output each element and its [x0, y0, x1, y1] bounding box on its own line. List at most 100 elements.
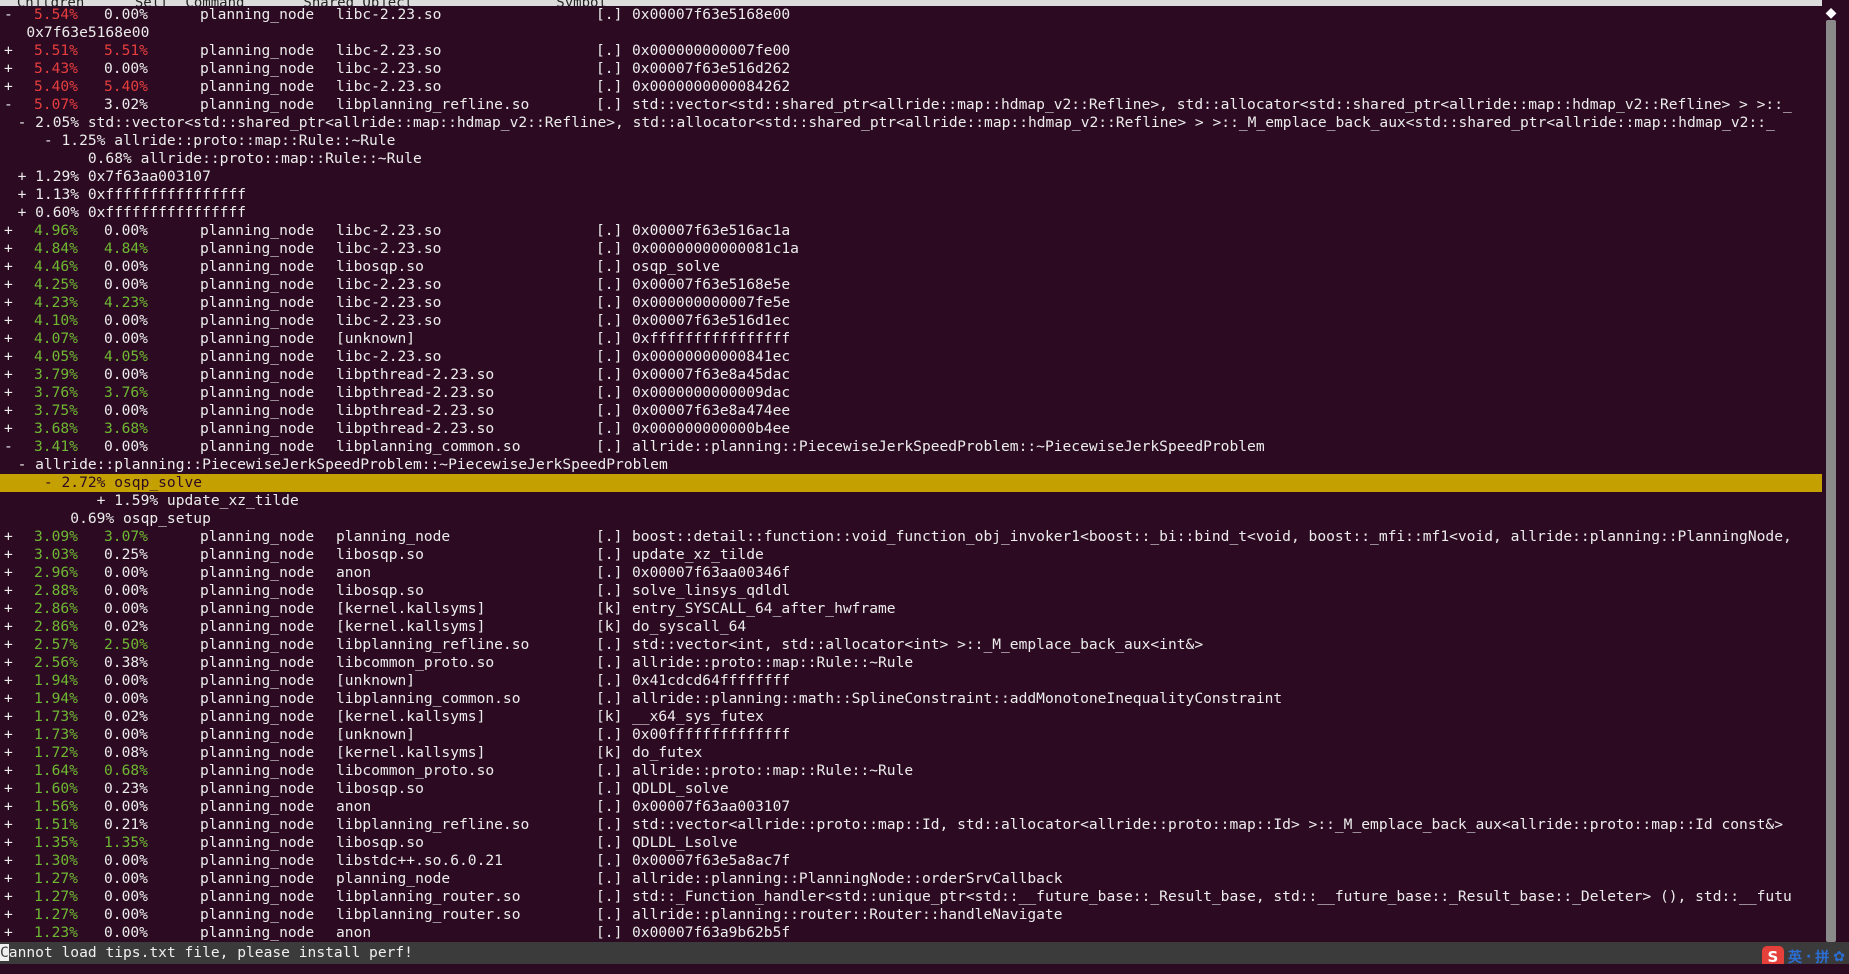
- report-row[interactable]: +1.27% 0.00% planning_node libplanning_rout…: [0, 906, 1822, 924]
- symbol-type-cell: [.]: [596, 852, 623, 869]
- report-row[interactable]: +2.88% 0.00% planning_node libosqp.so [.] sol…: [0, 582, 1822, 600]
- report-row[interactable]: +3.03% 0.25% planning_node libosqp.so [.] upd…: [0, 546, 1822, 564]
- self-percent: 0.23%: [104, 780, 148, 797]
- expand-toggle[interactable]: +: [4, 402, 13, 420]
- report-row[interactable]: +5.43% 0.00% planning_node libc-2.23.so [.] 0…: [0, 60, 1822, 78]
- expand-toggle[interactable]: +: [4, 924, 13, 942]
- report-row[interactable]: - 5.07% 3.02% planning_node libplanning_refl…: [0, 96, 1822, 114]
- report-row[interactable]: - 3.41% 0.00% planning_node libplanning_comm…: [0, 438, 1822, 456]
- expand-toggle[interactable]: +: [4, 258, 13, 276]
- report-row[interactable]: +1.64% 0.68% planning_node libcommon_proto.…: [0, 762, 1822, 780]
- report-row[interactable]: +5.51% 5.51% planning_node libc-2.23.so [.] 0…: [0, 42, 1822, 60]
- expand-toggle[interactable]: +: [4, 852, 13, 870]
- report-row[interactable]: +1.30% 0.00% planning_node libstdc++.so.6.0…: [0, 852, 1822, 870]
- expand-toggle[interactable]: +: [4, 798, 13, 816]
- ime-punct[interactable]: ·: [1806, 949, 1811, 965]
- report-row[interactable]: +1.60% 0.23% planning_node libosqp.so [.] QDL…: [0, 780, 1822, 798]
- report-row[interactable]: +1.94% 0.00% planning_node libplanning_comm…: [0, 690, 1822, 708]
- expand-toggle[interactable]: +: [4, 276, 13, 294]
- expand-toggle[interactable]: +: [4, 762, 13, 780]
- expand-toggle[interactable]: +: [4, 348, 13, 366]
- expand-toggle[interactable]: +: [4, 312, 13, 330]
- expand-toggle[interactable]: +: [4, 384, 13, 402]
- report-row[interactable]: +4.05% 4.05% planning_node libc-2.23.so [.] 0…: [0, 348, 1822, 366]
- report-row[interactable]: +1.73% 0.00% planning_node [unknown] [.] 0x00…: [0, 726, 1822, 744]
- expand-toggle[interactable]: +: [4, 222, 13, 240]
- expand-toggle[interactable]: -: [4, 438, 13, 456]
- expand-toggle[interactable]: +: [4, 636, 13, 654]
- report-row[interactable]: + 1.29% 0x7f63aa003107: [0, 168, 1822, 186]
- report-row[interactable]: +4.46% 0.00% planning_node libosqp.so [.] osq…: [0, 258, 1822, 276]
- report-row[interactable]: - 1.25% allride::proto::map::Rule::~Rule: [0, 132, 1822, 150]
- expand-toggle[interactable]: +: [4, 366, 13, 384]
- report-row[interactable]: 0.68% allride::proto::map::Rule::~Rule: [0, 150, 1822, 168]
- expand-toggle[interactable]: +: [4, 240, 13, 258]
- report-row[interactable]: +3.09% 3.07% planning_node planning_node [.]…: [0, 528, 1822, 546]
- expand-toggle[interactable]: +: [4, 330, 13, 348]
- report-row[interactable]: +2.57% 2.50% planning_node libplanning_refl…: [0, 636, 1822, 654]
- expand-toggle[interactable]: +: [4, 546, 13, 564]
- perf-report-terminal[interactable]: Children Self Command Shared Object Symb…: [0, 0, 1822, 942]
- report-row[interactable]: - 2.72% osqp_solve: [0, 474, 1822, 492]
- report-row[interactable]: +3.79% 0.00% planning_node libpthread-2.23.…: [0, 366, 1822, 384]
- expand-toggle[interactable]: +: [4, 600, 13, 618]
- expand-toggle[interactable]: +: [4, 42, 13, 60]
- expand-toggle[interactable]: +: [4, 420, 13, 438]
- report-row[interactable]: +3.68% 3.68% planning_node libpthread-2.23.…: [0, 420, 1822, 438]
- report-row[interactable]: - allride::planning::PiecewiseJerkSpeedP…: [0, 456, 1822, 474]
- report-row[interactable]: +4.23% 4.23% planning_node libc-2.23.so [.] 0…: [0, 294, 1822, 312]
- report-row[interactable]: - 2.05% std::vector<std::shared_ptr<allr…: [0, 114, 1822, 132]
- report-row[interactable]: +4.84% 4.84% planning_node libc-2.23.so [.] 0…: [0, 240, 1822, 258]
- expand-toggle[interactable]: +: [4, 780, 13, 798]
- report-row[interactable]: +1.73% 0.02% planning_node [kernel.kallsyms…: [0, 708, 1822, 726]
- expand-toggle[interactable]: +: [4, 906, 13, 924]
- report-row[interactable]: +4.07% 0.00% planning_node [unknown] [.] 0xff…: [0, 330, 1822, 348]
- expand-toggle[interactable]: +: [4, 888, 13, 906]
- expand-toggle[interactable]: +: [4, 726, 13, 744]
- report-row[interactable]: +1.72% 0.08% planning_node [kernel.kallsyms…: [0, 744, 1822, 762]
- report-row[interactable]: 0.69% osqp_setup: [0, 510, 1822, 528]
- report-row[interactable]: +1.51% 0.21% planning_node libplanning_refl…: [0, 816, 1822, 834]
- report-row[interactable]: +3.75% 0.00% planning_node libpthread-2.23.…: [0, 402, 1822, 420]
- report-row[interactable]: +4.10% 0.00% planning_node libc-2.23.so [.] 0…: [0, 312, 1822, 330]
- expand-toggle[interactable]: -: [4, 96, 13, 114]
- expand-toggle[interactable]: +: [4, 528, 13, 546]
- expand-toggle[interactable]: +: [4, 564, 13, 582]
- report-row[interactable]: +1.27% 0.00% planning_node planning_node [.]…: [0, 870, 1822, 888]
- report-row[interactable]: +3.76% 3.76% planning_node libpthread-2.23.…: [0, 384, 1822, 402]
- report-row[interactable]: +1.94% 0.00% planning_node [unknown] [.] 0x41…: [0, 672, 1822, 690]
- scrollbar-thumb[interactable]: [1826, 20, 1836, 942]
- report-row[interactable]: +5.40% 5.40% planning_node libc-2.23.so [.] 0…: [0, 78, 1822, 96]
- report-row[interactable]: + 1.13% 0xffffffffffffffff: [0, 186, 1822, 204]
- report-row[interactable]: +1.23% 0.00% planning_node anon [.] 0x00007f6…: [0, 924, 1822, 942]
- expand-toggle[interactable]: +: [4, 834, 13, 852]
- report-row[interactable]: +2.96% 0.00% planning_node anon [.] 0x00007f6…: [0, 564, 1822, 582]
- report-row[interactable]: +1.27% 0.00% planning_node libplanning_rout…: [0, 888, 1822, 906]
- expand-toggle[interactable]: +: [4, 690, 13, 708]
- expand-toggle[interactable]: -: [4, 6, 13, 24]
- expand-toggle[interactable]: +: [4, 672, 13, 690]
- ime-settings-icon[interactable]: ✿: [1833, 949, 1845, 965]
- report-row[interactable]: +4.25% 0.00% planning_node libc-2.23.so [.] 0…: [0, 276, 1822, 294]
- report-row[interactable]: +4.96% 0.00% planning_node libc-2.23.so [.] 0…: [0, 222, 1822, 240]
- expand-toggle[interactable]: +: [4, 654, 13, 672]
- expand-toggle[interactable]: +: [4, 870, 13, 888]
- report-row[interactable]: +2.86% 0.02% planning_node [kernel.kallsyms…: [0, 618, 1822, 636]
- report-row[interactable]: + 0.60% 0xffffffffffffffff: [0, 204, 1822, 222]
- expand-toggle[interactable]: +: [4, 744, 13, 762]
- expand-toggle[interactable]: +: [4, 618, 13, 636]
- report-row[interactable]: +1.56% 0.00% planning_node anon [.] 0x00007f6…: [0, 798, 1822, 816]
- report-row[interactable]: 0x7f63e5168e00: [0, 24, 1822, 42]
- report-row[interactable]: +1.35% 1.35% planning_node libosqp.so [.] QDL…: [0, 834, 1822, 852]
- report-row[interactable]: +2.86% 0.00% planning_node [kernel.kallsyms…: [0, 600, 1822, 618]
- perf-report-list[interactable]: - 5.54% 0.00% planning_node libc-2.23.so [.] 0…: [0, 6, 1822, 942]
- expand-toggle[interactable]: +: [4, 582, 13, 600]
- expand-toggle[interactable]: +: [4, 78, 13, 96]
- expand-toggle[interactable]: +: [4, 294, 13, 312]
- expand-toggle[interactable]: +: [4, 60, 13, 78]
- expand-toggle[interactable]: +: [4, 708, 13, 726]
- report-row[interactable]: - 5.54% 0.00% planning_node libc-2.23.so [.] 0…: [0, 6, 1822, 24]
- expand-toggle[interactable]: +: [4, 816, 13, 834]
- report-row[interactable]: +2.56% 0.38% planning_node libcommon_proto.…: [0, 654, 1822, 672]
- report-row[interactable]: + 1.59% update_xz_tilde: [0, 492, 1822, 510]
